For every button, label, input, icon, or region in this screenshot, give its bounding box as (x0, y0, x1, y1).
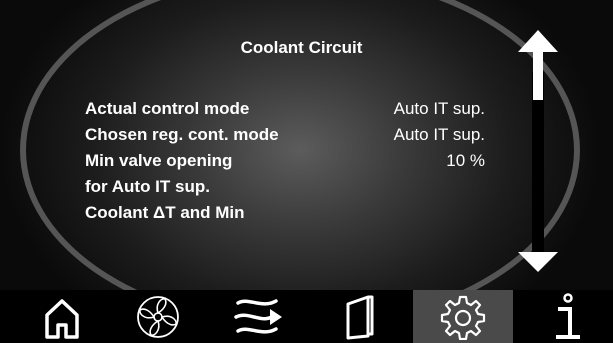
setting-value: Auto IT sup. (393, 99, 485, 118)
scroll-up-arrow-icon[interactable] (518, 30, 558, 52)
settings-list: Actual control mode Auto IT sup. Chosen … (85, 99, 485, 229)
door-icon (346, 295, 374, 339)
gear-icon (440, 295, 486, 340)
nav-airflow-button[interactable] (218, 290, 298, 343)
airflow-icon (234, 298, 282, 334)
setting-label: Coolant ΔT and Min (85, 203, 245, 222)
content-panel: Coolant Circuit Actual control mode Auto… (0, 0, 613, 290)
setting-value: 10 % (446, 151, 485, 170)
nav-door-button[interactable] (318, 290, 398, 343)
nav-info-button[interactable] (528, 290, 608, 343)
setting-row-coolant-delta-t[interactable]: Coolant ΔT and Min (85, 203, 485, 229)
nav-fan-button[interactable] (118, 290, 198, 343)
setting-row-min-valve-opening[interactable]: Min valve opening 10 % (85, 151, 485, 177)
setting-label: Chosen reg. cont. mode (85, 125, 279, 144)
home-icon (45, 298, 79, 339)
setting-value: Auto IT sup. (393, 125, 485, 144)
hmi-screen: Coolant Circuit Actual control mode Auto… (0, 0, 613, 343)
fan-icon (137, 295, 179, 338)
setting-row-chosen-reg-cont-mode[interactable]: Chosen reg. cont. mode Auto IT sup. (85, 125, 485, 151)
bottom-navigation-bar (0, 290, 613, 343)
nav-home-button[interactable] (22, 290, 102, 343)
setting-row-actual-control-mode[interactable]: Actual control mode Auto IT sup. (85, 99, 485, 125)
setting-row-for-auto-it-sup[interactable]: for Auto IT sup. (85, 177, 485, 203)
info-icon (556, 292, 580, 339)
page-title: Coolant Circuit (240, 38, 363, 57)
setting-label: Actual control mode (85, 99, 250, 118)
setting-label: Min valve opening (85, 151, 233, 170)
scroll-down-arrow-icon[interactable] (518, 252, 558, 272)
nav-settings-button[interactable] (413, 290, 513, 343)
setting-label: for Auto IT sup. (85, 177, 210, 196)
scrollbar-thumb[interactable] (533, 50, 543, 100)
